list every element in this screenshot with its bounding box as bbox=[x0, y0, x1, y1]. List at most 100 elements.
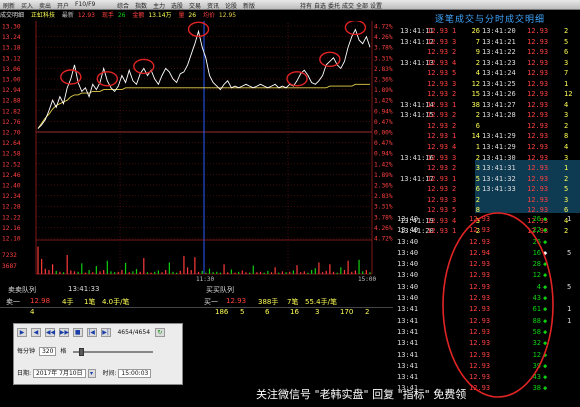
volume-bar bbox=[245, 272, 247, 274]
volume-bar bbox=[259, 271, 262, 274]
fast-forward-button[interactable]: ▶▶ bbox=[58, 328, 69, 337]
volume-bar bbox=[73, 271, 76, 274]
stop-button[interactable]: ■ bbox=[72, 328, 83, 337]
toolbar-tab[interactable]: 委托 bbox=[328, 1, 340, 10]
pct-tick-label: 0.00% bbox=[374, 130, 393, 137]
minute-trade-list[interactable]: 13:40 13:40 13:40 13:40 13:40 13:40 13:40 13:40… bbox=[393, 212, 580, 404]
minute-count bbox=[567, 259, 571, 270]
volume-bar bbox=[321, 272, 324, 274]
tick-volume: 2 bbox=[452, 90, 457, 99]
toolbar-item[interactable]: 综合 bbox=[117, 1, 129, 10]
minute-count: 1 bbox=[567, 215, 572, 223]
tick-volume: 4 bbox=[564, 100, 569, 109]
toolbar-item[interactable]: 选股 bbox=[171, 1, 183, 10]
price-tick-label: 13.24 bbox=[2, 34, 21, 41]
tick-volume: 2 bbox=[452, 48, 457, 57]
tick-volume: 1 bbox=[564, 79, 569, 88]
volume-bar bbox=[128, 272, 130, 274]
toolbar-item[interactable]: 主力 bbox=[153, 1, 165, 10]
minute-time: 13:41 bbox=[397, 350, 419, 359]
toolbar-item[interactable]: 指数 bbox=[135, 1, 147, 10]
toolbar-item[interactable]: 开户 bbox=[57, 1, 69, 10]
minute-count bbox=[567, 293, 571, 304]
sell1-count: 1笔 bbox=[84, 298, 96, 306]
tick-volume: 7 bbox=[564, 69, 569, 78]
play-button[interactable]: ▶ bbox=[17, 328, 27, 337]
queue-detail-row: 4 186 5 6 16 3 170 2 bbox=[0, 308, 393, 318]
time-input[interactable]: 15:00:03 bbox=[118, 369, 152, 378]
toolbar-tab[interactable]: 全部 bbox=[356, 1, 368, 10]
price-tick-label: 12.46 bbox=[2, 172, 21, 179]
price-tick-label: 12.40 bbox=[2, 183, 21, 190]
pct-tick-label: 1.42% bbox=[374, 98, 393, 105]
volume-bar bbox=[179, 270, 181, 274]
volume-bar bbox=[161, 272, 163, 274]
per-minute-label: 每分钟 bbox=[17, 348, 36, 355]
price-tick-label: 12.16 bbox=[2, 225, 21, 232]
tick-detail-panel[interactable]: 13:41:11 13:41:12 13:41:13 13:41:14 13:41:15… bbox=[400, 10, 580, 235]
volume-bar bbox=[143, 258, 145, 274]
price-tick-label: 12.22 bbox=[2, 214, 21, 221]
toolbar-tab[interactable]: 成交 bbox=[342, 1, 354, 10]
quote-info-bar: 成交明细 正虹科技 最新 12.93 现手 26 金额 13.14万 量 26 … bbox=[0, 10, 388, 21]
replay-player[interactable]: ▶ ◀ ◀◀ ▶▶ ■ |◀ ▶| 4654/4654 ↻ 每分钟 320 格 … bbox=[13, 323, 183, 385]
volume-bar bbox=[270, 272, 273, 274]
amount-label: 金额 bbox=[132, 12, 145, 19]
tick-count: 2 bbox=[475, 58, 480, 67]
volume-bar bbox=[194, 257, 196, 274]
toolbar-item[interactable]: 买入 bbox=[21, 1, 33, 10]
tick-time bbox=[482, 121, 516, 132]
pct-tick-label: 3.78% bbox=[374, 214, 393, 221]
toolbar-item[interactable]: 交易 bbox=[189, 1, 201, 10]
tick-volume: 2 bbox=[452, 185, 457, 194]
tick-price: 12.93 bbox=[427, 153, 449, 162]
pct-tick-label: 0.94% bbox=[374, 151, 393, 158]
tick-time: 13:41:24 bbox=[482, 69, 516, 78]
toolbar-item[interactable]: 资讯 bbox=[207, 1, 219, 10]
right-vols-column: 2 5 6 3 7 1 12 4 3 2 8 4 3 1 2 5 3 6 4 2 bbox=[564, 26, 572, 237]
price-tick-label: 12.52 bbox=[2, 161, 21, 168]
toolbar-item[interactable]: F10/F9 bbox=[75, 1, 95, 8]
right-counts-column: 26 7 9 2 4 12 15 38 2 6 14 1 2 3 5 6 2 8 3 2 bbox=[468, 26, 480, 237]
calendar-dropdown-icon[interactable]: ▾ bbox=[87, 369, 96, 378]
volume-bar bbox=[157, 270, 159, 274]
speed-slider[interactable] bbox=[73, 347, 154, 356]
buy1-label: 买一 bbox=[204, 298, 218, 306]
tick-count: 6 bbox=[475, 185, 480, 194]
volume-bar bbox=[249, 272, 251, 274]
tick-time: 13:41:25 bbox=[482, 79, 516, 88]
date-input[interactable]: 2017年 7月10日 bbox=[32, 369, 86, 378]
pct-tick-label: 4.26% bbox=[374, 34, 393, 41]
tick-volume: 2 bbox=[452, 111, 457, 120]
first-button[interactable]: |◀ bbox=[86, 328, 97, 337]
toolbar-item[interactable]: 刷新 bbox=[3, 1, 15, 10]
minute-time: 13:40 bbox=[397, 260, 419, 269]
minute-time: 13:41 bbox=[397, 373, 419, 382]
tick-time: 13:41:21 bbox=[482, 37, 516, 46]
pct-tick-label: 3.78% bbox=[374, 45, 393, 52]
tick-time: 13:41:32 bbox=[482, 174, 516, 183]
step-back-button[interactable]: ◀ bbox=[30, 328, 41, 337]
last-button[interactable]: ▶| bbox=[100, 328, 111, 337]
pct-tick-label: 2.36% bbox=[374, 183, 393, 190]
volume-bar bbox=[168, 262, 170, 274]
volume-bar bbox=[66, 254, 68, 274]
tick-count: 26 bbox=[471, 27, 480, 35]
toolbar-item[interactable]: 卖出 bbox=[39, 1, 51, 10]
minute-time: 13:40 bbox=[397, 271, 419, 280]
per-minute-input[interactable]: 320 bbox=[38, 347, 57, 356]
refresh-icon[interactable]: ↻ bbox=[154, 328, 165, 337]
volume-bar bbox=[154, 271, 156, 274]
toolbar-tab[interactable]: 设置 bbox=[370, 1, 382, 10]
minute-time: 13:41 bbox=[397, 305, 419, 314]
toolbar-tab[interactable]: 自选 bbox=[314, 1, 326, 10]
toolbar-tab[interactable]: 持有 bbox=[300, 1, 312, 10]
rewind-button[interactable]: ◀◀ bbox=[44, 328, 55, 337]
buy-queue-order: 170 bbox=[340, 308, 354, 316]
toolbar-item[interactable]: 论股 bbox=[225, 1, 237, 10]
speed-slider-thumb[interactable] bbox=[79, 347, 85, 356]
speed-row: 每分钟 320 格 bbox=[17, 346, 154, 356]
time-end-label: 15:00 bbox=[358, 276, 376, 283]
toolbar-item[interactable]: 新版 bbox=[243, 1, 255, 10]
tick-volume: 1 bbox=[564, 164, 569, 173]
